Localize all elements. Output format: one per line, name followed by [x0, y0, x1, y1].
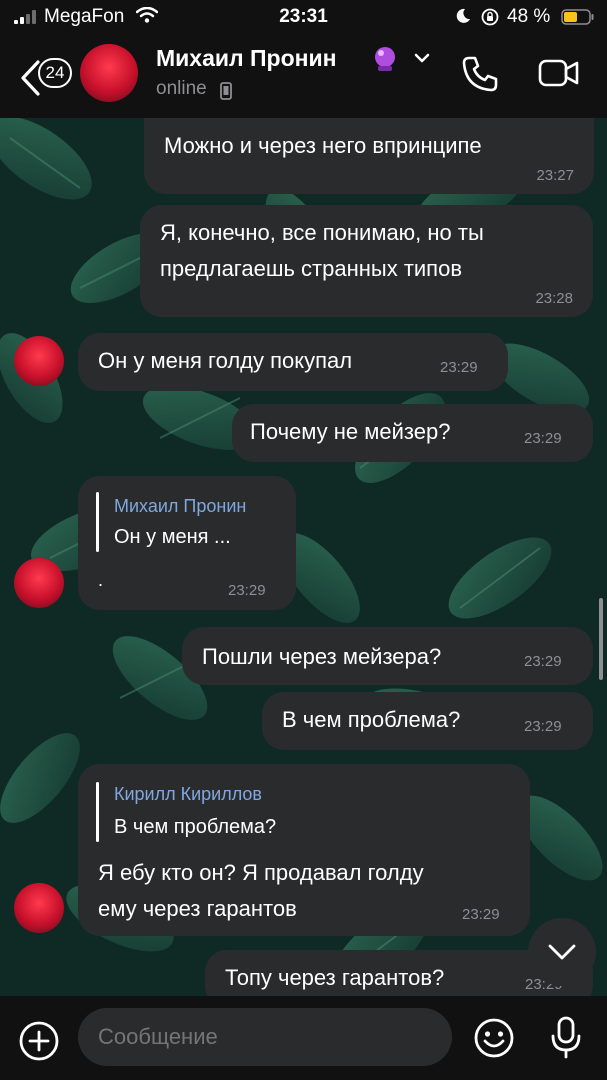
orientation-lock-icon — [481, 8, 499, 26]
back-button[interactable]: 24 — [14, 48, 72, 102]
scrollbar[interactable] — [599, 598, 603, 680]
message-bubble-incoming[interactable]: Кирилл Кириллов В чем проблема? Я ебу кт… — [78, 764, 530, 936]
message-time: 23:29 — [524, 430, 562, 447]
message-input[interactable] — [78, 1008, 452, 1066]
message-time: 23:29 — [524, 653, 562, 670]
message-time: 23:27 — [536, 167, 574, 184]
message-bubble-outgoing[interactable]: Я, конечно, все понимаю, но ты предлагае… — [140, 205, 593, 317]
message-bubble-outgoing[interactable]: Почему не мейзер? 23:29 — [232, 404, 593, 462]
video-camera-icon[interactable] — [538, 58, 580, 88]
message-text: ему через гарантов — [98, 896, 297, 921]
message-bubble-outgoing[interactable]: Можно и через него впринципе 23:27 — [144, 118, 594, 194]
contact-name[interactable]: Михаил Пронин — [156, 45, 337, 72]
message-bubble-outgoing[interactable]: В чем проблема? 23:29 — [262, 692, 593, 750]
reply-text[interactable]: В чем проблема? — [114, 816, 276, 839]
sender-avatar[interactable] — [14, 336, 64, 386]
chat-header: 24 Михаил Пронин online — [0, 34, 607, 118]
sender-avatar[interactable] — [14, 883, 64, 933]
sender-avatar[interactable] — [14, 558, 64, 608]
message-text: предлагаешь странных типов — [160, 256, 463, 281]
message-text: Я ебу кто он? Я продавал голду — [98, 860, 424, 885]
message-text: . — [98, 570, 104, 590]
chevron-down-icon — [548, 944, 576, 960]
message-time: 23:29 — [440, 359, 478, 376]
chevron-down-icon[interactable] — [414, 52, 430, 64]
message-text: В чем проблема? — [282, 707, 461, 732]
message-text: Можно и через него впринципе — [164, 133, 482, 158]
message-text: Почему не мейзер? — [250, 419, 451, 444]
reply-author[interactable]: Кирилл Кириллов — [114, 784, 262, 805]
plus-circle-icon[interactable] — [18, 1020, 60, 1062]
battery-percent: 48 % — [507, 6, 551, 27]
message-text: Я, конечно, все понимаю, но ты — [160, 220, 484, 245]
reply-author[interactable]: Михаил Пронин — [114, 496, 246, 517]
reply-quote-bar — [96, 782, 99, 842]
message-composer — [0, 996, 607, 1080]
message-time: 23:28 — [535, 290, 573, 307]
message-text: Пошли через мейзера? — [202, 644, 442, 669]
message-time: 23:29 — [228, 582, 266, 599]
reply-text[interactable]: Он у меня ... — [114, 526, 231, 549]
battery-icon — [561, 9, 594, 25]
message-text: Топу через гарантов? — [225, 965, 445, 990]
message-text: Он у меня голду покупал — [98, 348, 353, 373]
unread-badge: 24 — [38, 58, 72, 88]
contact-status: online — [156, 78, 207, 99]
message-bubble-outgoing[interactable]: Пошли через мейзера? 23:29 — [182, 627, 593, 685]
status-bar: MegaFon 23:31 48 % — [0, 0, 607, 34]
crystal-ball-icon — [375, 47, 395, 71]
reply-quote-bar — [96, 492, 99, 552]
phone-icon[interactable] — [460, 54, 500, 94]
message-bubble-incoming[interactable]: Михаил Пронин Он у меня ... . 23:29 — [78, 476, 296, 610]
mobile-device-icon — [220, 82, 232, 100]
message-time: 23:29 — [462, 906, 500, 923]
smile-icon[interactable] — [472, 1016, 516, 1060]
microphone-icon[interactable] — [550, 1016, 582, 1060]
message-bubble-incoming[interactable]: Он у меня голду покупал 23:29 — [78, 333, 508, 391]
moon-icon — [456, 8, 470, 23]
scroll-to-bottom-button[interactable] — [528, 918, 596, 986]
message-time: 23:29 — [524, 718, 562, 735]
contact-avatar[interactable] — [80, 44, 138, 102]
